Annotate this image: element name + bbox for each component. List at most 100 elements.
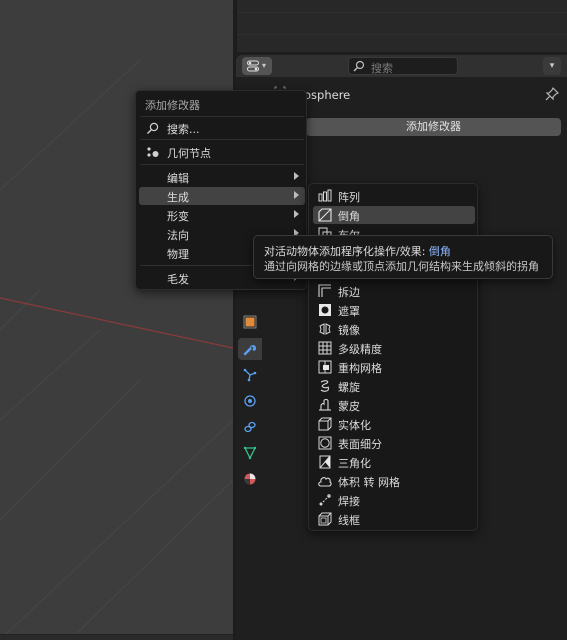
properties-header: ▾ 搜索 ▾ <box>236 55 567 77</box>
menu-item-label: 线框 <box>338 514 360 527</box>
properties-editor-icon <box>247 60 259 72</box>
object-icon <box>243 315 257 329</box>
menu-divider <box>140 164 304 165</box>
tab-particles[interactable] <box>238 364 262 386</box>
screw-icon <box>320 380 330 392</box>
pin-icon[interactable] <box>545 87 559 101</box>
remesh-icon <box>318 360 332 374</box>
tooltip-highlight: 倒角 <box>428 245 451 258</box>
add-modifier-button[interactable]: 添加修改器 <box>306 118 561 136</box>
tab-physics[interactable] <box>238 390 262 412</box>
menu-item-geometry-nodes[interactable]: 几何节点 <box>139 143 305 161</box>
menu-item-label: 重构网格 <box>338 362 382 375</box>
array-icon <box>318 189 332 202</box>
menu-item-screw[interactable]: 螺旋 <box>313 377 475 395</box>
menu-item-bevel[interactable]: 倒角 <box>313 206 475 224</box>
menu-item-skin[interactable]: 蒙皮 <box>313 396 475 414</box>
menu-item-solidify[interactable]: 实体化 <box>313 415 475 433</box>
tab-modifiers[interactable] <box>238 338 262 360</box>
menu-item-mask[interactable]: 遮罩 <box>313 301 475 319</box>
mesh-data-icon <box>243 446 257 460</box>
menu-item-label: 拆边 <box>338 286 360 299</box>
menu-item-label: 遮罩 <box>338 305 360 318</box>
chevron-down-icon: ▾ <box>262 61 267 70</box>
subsurf-icon <box>318 436 332 450</box>
menu-item-label: 实体化 <box>338 419 371 432</box>
menu-item-label: 镜像 <box>338 324 360 337</box>
menu-item-label: 形变 <box>167 210 189 223</box>
wrench-icon <box>243 345 256 356</box>
menu-item-multires[interactable]: 多级精度 <box>313 339 475 357</box>
menu-item-edge-split[interactable]: 拆边 <box>313 282 475 300</box>
weld-icon <box>319 494 331 506</box>
tooltip: 对活动物体添加程序化操作/效果: 倒角 通过向网格的边缘或顶点添加几何结构来生成… <box>253 235 553 279</box>
edge-split-icon <box>318 284 331 297</box>
menu-item-label: 阵列 <box>338 191 360 204</box>
menu-item-deform[interactable]: 形变 <box>139 206 305 224</box>
properties-search-input[interactable]: 搜索 <box>348 57 458 75</box>
options-dropdown-button[interactable]: ▾ <box>543 57 561 75</box>
solidify-icon <box>318 417 332 431</box>
outliner-area[interactable] <box>236 0 567 52</box>
menu-item-triangulate[interactable]: 三角化 <box>313 453 475 471</box>
menu-item-label: 螺旋 <box>338 381 360 394</box>
menu-item-remesh[interactable]: 重构网格 <box>313 358 475 376</box>
menu-item-label: 多级精度 <box>338 343 382 356</box>
editor-type-button[interactable]: ▾ <box>242 57 272 75</box>
menu-item-wireframe[interactable]: 线框 <box>313 510 475 528</box>
menu-item-mirror[interactable]: 镜像 <box>313 320 475 338</box>
search-placeholder: 搜索 <box>371 62 393 75</box>
geometry-nodes-icon <box>147 147 159 157</box>
menu-item-label: 物理 <box>167 248 189 261</box>
tab-object[interactable] <box>238 311 262 333</box>
tab-material[interactable] <box>238 468 262 490</box>
menu-item-array[interactable]: 阵列 <box>313 187 475 205</box>
tooltip-prefix: 对活动物体添加程序化操作/效果: <box>264 245 429 258</box>
tooltip-line-1: 对活动物体添加程序化操作/效果: 倒角 <box>264 243 451 259</box>
menu-item-label: 蒙皮 <box>338 400 360 413</box>
menu-search-label: 搜索... <box>167 123 200 136</box>
multires-icon <box>318 341 332 355</box>
viewport-footer <box>0 634 233 640</box>
mask-icon <box>319 304 331 316</box>
tab-data[interactable] <box>238 442 262 464</box>
menu-item-edit[interactable]: 编辑 <box>139 168 305 186</box>
search-icon <box>147 122 159 134</box>
physics-icon <box>244 395 256 407</box>
menu-item-subdivision-surface[interactable]: 表面细分 <box>313 434 475 452</box>
search-icon <box>353 60 365 72</box>
menu-item-label: 倒角 <box>338 210 360 223</box>
menu-item-label: 三角化 <box>338 457 371 470</box>
particles-icon <box>243 368 257 382</box>
menu-title: 添加修改器 <box>145 99 200 112</box>
menu-item-label: 焊接 <box>338 495 360 508</box>
menu-item-weld[interactable]: 焊接 <box>313 491 475 509</box>
menu-item-generate[interactable]: 生成 <box>139 187 305 205</box>
material-icon <box>244 473 256 485</box>
menu-item-label: 几何节点 <box>167 147 211 160</box>
mirror-icon <box>319 323 331 335</box>
menu-search[interactable]: 搜索... <box>139 119 305 137</box>
submenu-arrow-icon <box>294 191 299 199</box>
volume-to-mesh-icon <box>318 477 332 487</box>
outliner-row-divider <box>237 34 567 35</box>
tooltip-line-2: 通过向网格的边缘或顶点添加几何结构来生成倾斜的拐角 <box>264 260 539 273</box>
menu-item-label: 编辑 <box>167 172 189 185</box>
object-name-field[interactable]: osphere <box>304 88 350 102</box>
submenu-arrow-icon <box>294 172 299 180</box>
menu-divider <box>140 116 304 117</box>
tab-constraints[interactable] <box>238 416 262 438</box>
menu-item-label: 表面细分 <box>338 438 382 451</box>
constraints-icon <box>244 421 256 433</box>
menu-item-label: 生成 <box>167 191 189 204</box>
skin-icon <box>319 398 331 411</box>
menu-item-label: 毛发 <box>167 273 189 286</box>
menu-item-volume-to-mesh[interactable]: 体积 转 网格 <box>313 472 475 490</box>
outliner-row-divider <box>237 12 567 13</box>
wireframe-icon <box>318 512 332 526</box>
bevel-icon <box>318 208 332 222</box>
menu-item-label: 法向 <box>167 229 189 242</box>
menu-item-label: 体积 转 网格 <box>338 476 400 489</box>
triangulate-icon <box>319 455 331 469</box>
menu-divider <box>140 139 304 140</box>
